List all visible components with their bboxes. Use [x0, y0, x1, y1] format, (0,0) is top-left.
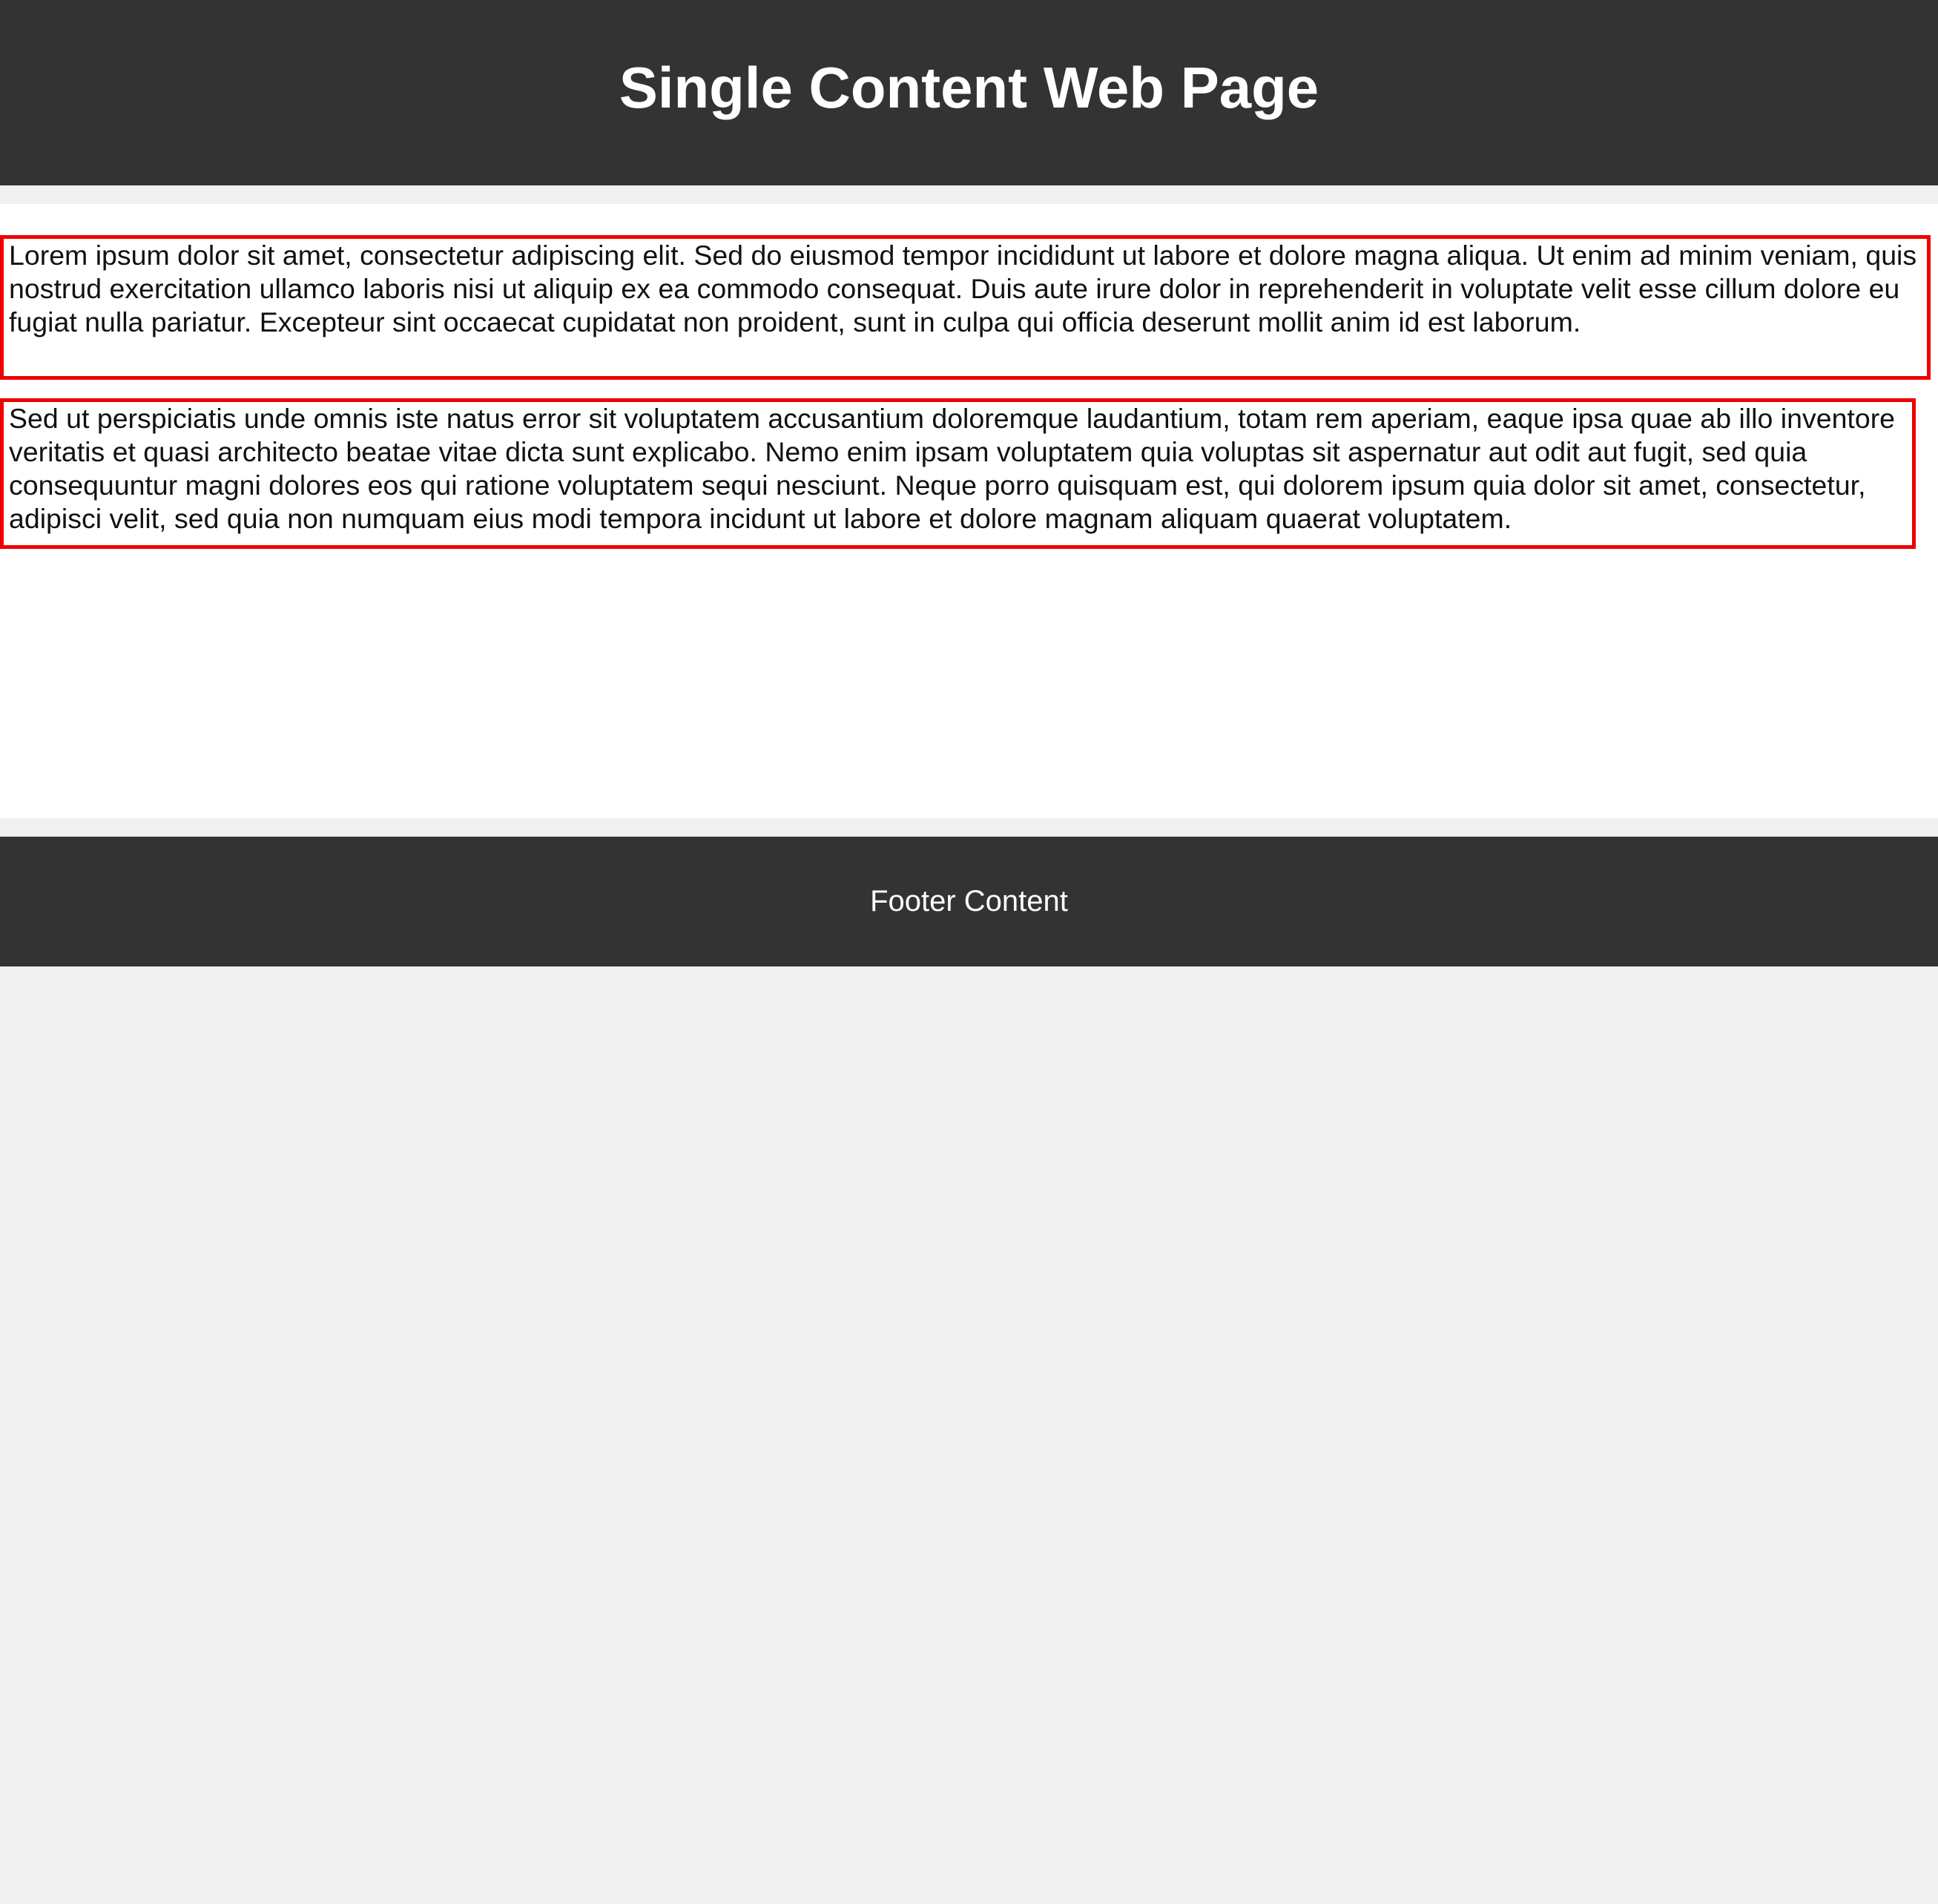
main-content: Lorem ipsum dolor sit amet, consectetur … [0, 204, 1938, 818]
footer-text: Footer Content [870, 885, 1068, 918]
content-paragraph-1: Lorem ipsum dolor sit amet, consectetur … [0, 235, 1931, 380]
page-footer: Footer Content [0, 837, 1938, 966]
content-paragraph-2: Sed ut perspiciatis unde omnis iste natu… [0, 398, 1916, 549]
page-title: Single Content Web Page [619, 55, 1319, 120]
page-header: Single Content Web Page [0, 0, 1938, 185]
